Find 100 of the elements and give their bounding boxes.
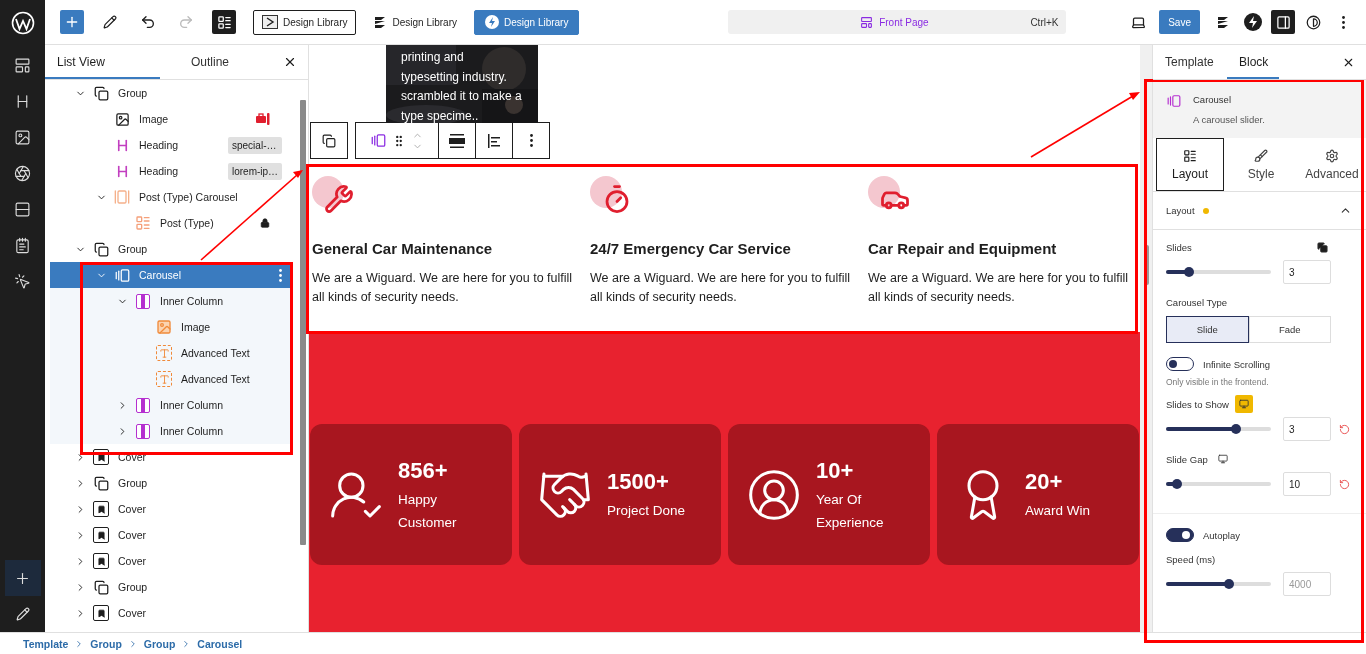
tree-item[interactable]: Group xyxy=(50,236,290,262)
image-icon xyxy=(14,128,31,146)
column-icon xyxy=(136,293,150,309)
more-icon xyxy=(1341,15,1345,29)
slider-thumb[interactable] xyxy=(1184,267,1195,277)
gear-icon xyxy=(1325,148,1339,163)
aperture-icon xyxy=(14,164,31,182)
pencil-icon xyxy=(15,607,30,621)
settings-tab[interactable]: Layout xyxy=(1156,138,1224,191)
tree-item[interactable]: Post (Type) xyxy=(50,210,290,236)
panel-tab[interactable]: List View xyxy=(45,45,160,79)
layout-icon xyxy=(14,56,31,74)
service-title: General Car Maintenance xyxy=(312,240,493,257)
slider[interactable] xyxy=(1166,270,1271,274)
block-tag: special-… xyxy=(228,136,282,154)
number-field[interactable]: 3 xyxy=(1283,260,1331,284)
tree-item[interactable]: Post (Type) Carousel xyxy=(50,184,290,210)
cover-icon xyxy=(93,501,109,517)
tree-item[interactable]: Image xyxy=(50,314,290,340)
section-header[interactable]: Layout xyxy=(1153,192,1366,230)
block-description: A carousel slider. xyxy=(1193,114,1266,125)
number-field[interactable]: 3 xyxy=(1283,417,1331,441)
body-text: scrambled it to make a xyxy=(401,88,522,105)
slider-thumb[interactable] xyxy=(1231,424,1242,434)
tree-item[interactable]: Advanced Text xyxy=(50,366,290,392)
settings-tab[interactable]: Style xyxy=(1227,138,1295,191)
stat-label: Happy Customer xyxy=(398,490,458,532)
device-button[interactable] xyxy=(1234,395,1253,413)
reset-button[interactable] xyxy=(1339,478,1350,490)
slider[interactable] xyxy=(1166,582,1271,586)
tree-item[interactable]: Advanced Text xyxy=(50,340,290,366)
rows-icon xyxy=(14,200,31,218)
image-icon xyxy=(114,111,130,127)
slider[interactable] xyxy=(1166,427,1271,431)
monitor-icon xyxy=(1217,454,1228,464)
reset-button[interactable] xyxy=(1339,423,1350,435)
cover-icon xyxy=(93,449,109,465)
design-library-button[interactable]: Design Library xyxy=(473,9,580,35)
slider-thumb[interactable] xyxy=(1171,479,1182,489)
panel-tab[interactable]: Block xyxy=(1227,45,1279,79)
block-name: Carousel xyxy=(1193,94,1233,107)
tree-item[interactable]: Cover xyxy=(50,600,290,626)
carousel-icon xyxy=(371,133,386,148)
post-icon xyxy=(135,215,151,231)
group-icon xyxy=(93,85,109,101)
command-bar[interactable]: Front Page Ctrl+K xyxy=(728,10,1067,34)
segment-option[interactable]: Slide xyxy=(1166,316,1249,343)
tree-item[interactable]: Inner Column xyxy=(50,418,290,444)
tree-item[interactable]: Group xyxy=(50,470,290,496)
breadcrumb-link[interactable]: Group xyxy=(90,637,122,650)
monitor-icon xyxy=(1238,399,1249,409)
stack-icon xyxy=(1216,15,1230,29)
design-library-button[interactable]: Design Library xyxy=(253,9,357,35)
copy-icon[interactable] xyxy=(1317,241,1328,253)
tree-item[interactable]: Cover xyxy=(50,522,290,548)
list-view-icon xyxy=(216,14,232,30)
tree-item[interactable]: Cover xyxy=(50,548,290,574)
tree-item[interactable]: Cover xyxy=(50,496,290,522)
number-field[interactable]: 10 xyxy=(1283,472,1331,496)
library-icon xyxy=(262,15,278,29)
cover-icon xyxy=(93,527,109,543)
stat-label: Year Of Experience xyxy=(816,490,885,532)
stat-value: 10+ xyxy=(816,456,854,485)
tree-item[interactable]: Group xyxy=(50,574,290,600)
toggle-switch[interactable] xyxy=(1166,528,1194,542)
service-title: 24/7 Emergency Car Service xyxy=(590,240,791,257)
tree-item[interactable]: Heading special-… xyxy=(50,132,290,158)
settings-tab[interactable]: Advanced xyxy=(1298,138,1366,191)
design-library-button[interactable]: Design Library xyxy=(364,9,466,35)
settings-button[interactable] xyxy=(1271,10,1295,34)
tree-item[interactable]: Inner Column xyxy=(50,392,290,418)
panel-tab[interactable]: Template xyxy=(1153,45,1227,79)
undo-icon xyxy=(140,14,156,30)
layout-icon xyxy=(1183,148,1197,163)
stat-value: 1500+ xyxy=(607,468,669,496)
segment-option[interactable]: Fade xyxy=(1248,316,1331,343)
stat-label: Award Win xyxy=(1025,502,1091,520)
breadcrumb-link[interactable]: Group xyxy=(143,637,176,650)
list-view-button[interactable] xyxy=(212,10,236,34)
wordpress-logo-icon[interactable] xyxy=(10,10,35,35)
save-button[interactable]: Save xyxy=(1159,10,1200,34)
breadcrumb-link[interactable]: Carousel xyxy=(197,637,243,650)
bolt-icon xyxy=(484,15,499,29)
tree-item[interactable]: Group xyxy=(50,80,290,106)
slider[interactable] xyxy=(1166,482,1271,486)
more-icon[interactable] xyxy=(279,268,282,282)
breadcrumb-link[interactable]: Template xyxy=(23,637,69,650)
tree-item[interactable]: Inner Column xyxy=(50,288,290,314)
scrollbar[interactable] xyxy=(300,100,306,545)
tree-item[interactable]: Image xyxy=(50,106,290,132)
toggle-switch[interactable] xyxy=(1166,357,1194,371)
add-button[interactable] xyxy=(60,10,84,34)
panel-tab[interactable]: Outline xyxy=(160,45,260,79)
tree-item[interactable]: Heading lorem-ip… xyxy=(50,158,290,184)
full-width-icon xyxy=(449,133,465,148)
number-field[interactable]: 4000 xyxy=(1283,572,1331,596)
carousel-icon xyxy=(1167,94,1181,108)
plugin-button[interactable] xyxy=(1241,10,1265,34)
redo-icon xyxy=(178,14,194,30)
slider-thumb[interactable] xyxy=(1224,579,1234,589)
